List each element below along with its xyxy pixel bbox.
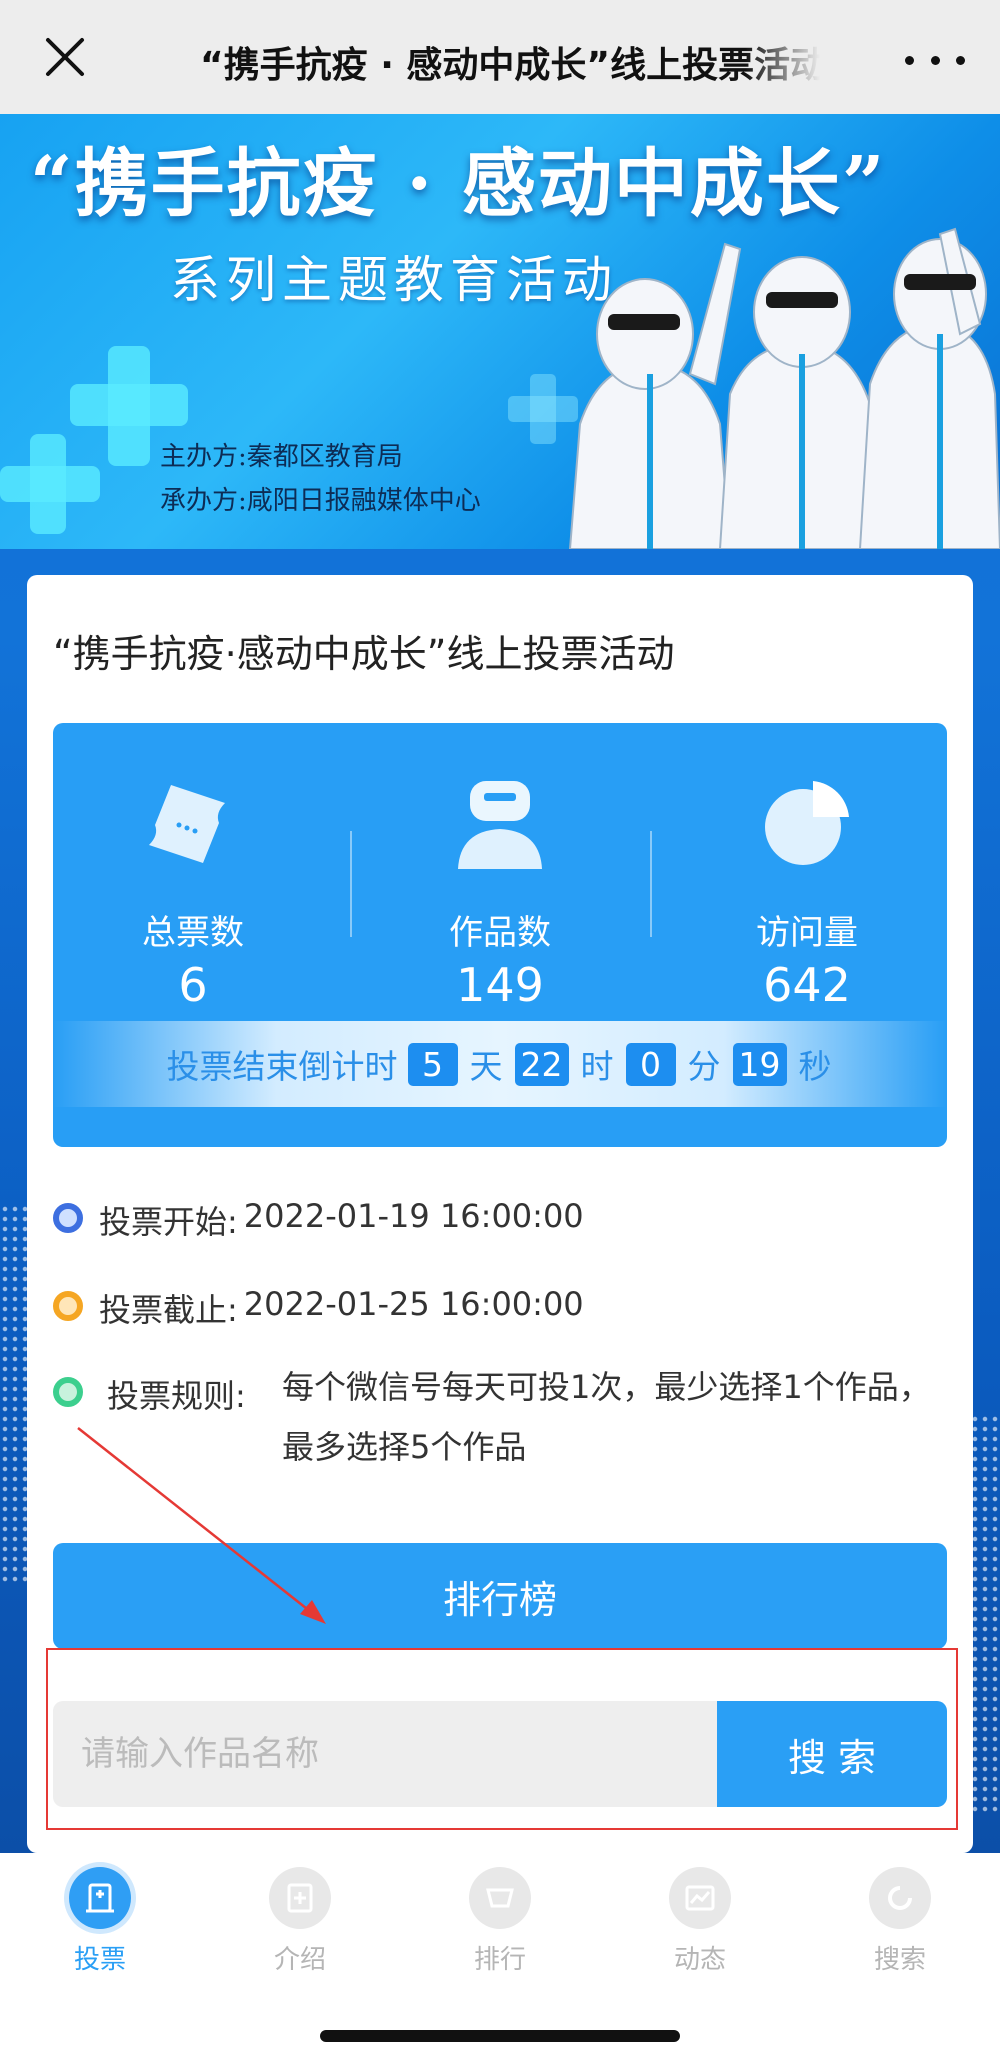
stat-total-votes: 总票数 6 [53,773,333,1012]
vote-end-label: 投票截止: [99,1291,238,1329]
vote-start-label: 投票开始: [99,1203,238,1241]
event-banner: “携手抗疫 · 感动中成长” 系列主题教育活动 主办方:秦都区教育局 承办方:咸… [0,114,1000,549]
vote-rule-label: 投票规则: [107,1377,246,1415]
stat-value: 149 [456,958,544,1012]
vote-rule-value: 每个微信号每天可投1次，最少选择1个作品，最多选择5个作品 [282,1368,931,1466]
countdown-days-unit: 天 [469,1047,503,1086]
vote-start-row: 投票开始: 2022-01-19 16:00:00 [53,1197,584,1243]
vote-end-value: 2022-01-25 16:00:00 [243,1285,584,1323]
activity-icon [669,1867,731,1929]
countdown-minutes: 0 [625,1042,676,1086]
stat-label: 访问量 [756,913,858,953]
stat-value: 642 [763,958,851,1012]
ranking-button[interactable]: 排行榜 [53,1543,947,1649]
vote-start-value: 2022-01-19 16:00:00 [243,1197,584,1235]
countdown-hours-unit: 时 [580,1047,614,1086]
banner-organizer: 主办方:秦都区教育局 [160,442,403,472]
tab-intro[interactable]: 介绍 [200,1867,400,1976]
stat-label: 作品数 [449,913,551,953]
tab-label: 投票 [73,1945,126,1975]
pie-chart-icon [765,781,849,865]
start-dot-icon [53,1203,83,1233]
stat-works-count: 作品数 149 [360,773,640,1012]
intro-icon [269,1867,331,1929]
tab-label: 动态 [673,1945,726,1975]
stats-divider [350,831,352,937]
stats-panel: 总票数 6 作品数 149 访问量 642 投票结束倒计时 5 天 22 时 0… [53,723,947,1147]
rule-dot-icon [53,1377,83,1407]
vote-icon [69,1867,131,1929]
home-indicator [320,2030,680,2042]
tab-label: 排行 [473,1945,526,1975]
activity-title: “携手抗疫·感动中成长”线上投票活动 [53,632,675,676]
tab-ranking[interactable]: 排行 [400,1867,600,1976]
countdown-hours: 22 [514,1042,569,1086]
works-icon [458,781,542,869]
close-icon[interactable] [40,32,90,82]
tab-activity[interactable]: 动态 [600,1867,800,1976]
countdown-days: 5 [407,1042,458,1086]
vote-rule-row: 投票规则: [53,1371,252,1417]
page-title: “携手抗疫 · 感动中成长”线上投票活动 [200,45,820,86]
tab-label: 搜索 [873,1945,926,1975]
end-dot-icon [53,1291,83,1321]
stat-label: 总票数 [142,913,244,953]
search-icon [869,1867,931,1929]
banner-undertaker: 承办方:咸阳日报融媒体中心 [160,486,481,516]
tab-vote[interactable]: 投票 [0,1867,200,1976]
stat-visits: 访问量 642 [667,773,947,1012]
stat-value: 6 [178,958,208,1012]
tab-label: 介绍 [273,1945,326,1975]
countdown-seconds-unit: 秒 [798,1047,832,1086]
ticket-icon [149,785,225,863]
vote-countdown: 投票结束倒计时 5 天 22 时 0 分 19 秒 [53,1021,947,1107]
top-nav-bar: “携手抗疫 · 感动中成长”线上投票活动 [0,0,1000,114]
countdown-label: 投票结束倒计时 [166,1047,398,1086]
stats-divider [650,831,652,937]
annotation-highlight-box [46,1648,958,1830]
vote-end-row: 投票截止: 2022-01-25 16:00:00 [53,1285,584,1331]
medical-workers-illustration [568,227,1000,549]
ranking-icon [469,1867,531,1929]
tab-search[interactable]: 搜索 [800,1867,1000,1976]
more-options-icon[interactable] [905,40,965,80]
countdown-seconds: 19 [732,1042,787,1086]
countdown-minutes-unit: 分 [687,1047,721,1086]
